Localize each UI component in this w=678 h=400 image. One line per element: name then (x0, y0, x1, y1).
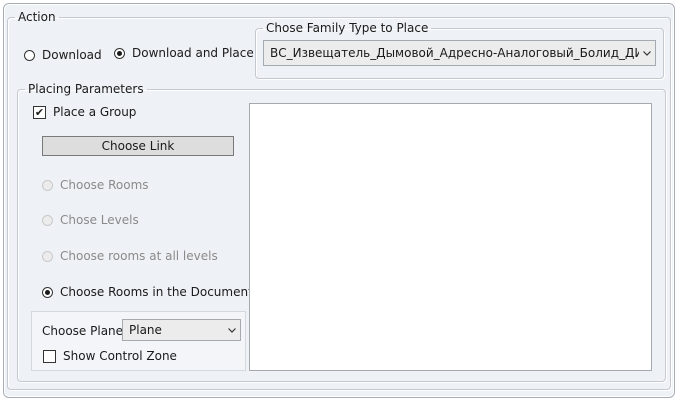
family-type-dropdown[interactable]: ВС_Извещатель_Дымовой_Адресно-Аналоговый… (263, 40, 656, 66)
action-legend: Action (18, 10, 56, 24)
rooms-all-levels-radio-dot (42, 250, 53, 262)
plane-value: Plane (129, 323, 162, 337)
plane-panel: Choose Plane: Plane Show Control Zone (31, 311, 246, 371)
chevron-down-icon (639, 50, 655, 56)
download-label: Download (42, 48, 102, 62)
rooms-in-document-radio-dot (42, 286, 53, 298)
place-group-checkbox[interactable]: ✔ Place a Group (33, 105, 136, 119)
show-control-zone-label: Show Control Zone (63, 349, 177, 363)
family-type-legend: Chose Family Type to Place (266, 21, 429, 35)
rooms-all-levels-radio[interactable]: Choose rooms at all levels (42, 249, 218, 263)
choose-plane-label: Choose Plane: (42, 324, 128, 338)
rooms-in-document-label: Choose Rooms in the Document (60, 285, 253, 299)
show-control-zone-checkbox[interactable]: Show Control Zone (43, 349, 177, 363)
rooms-all-levels-label: Choose rooms at all levels (60, 249, 218, 263)
chose-levels-label: Chose Levels (60, 213, 139, 227)
dialog-window: Action Download Download and Place Chose… (3, 3, 675, 398)
control-zone-box (43, 349, 56, 363)
download-radio-dot (24, 49, 35, 61)
choose-link-button[interactable]: Choose Link (42, 136, 234, 156)
items-list[interactable] (249, 103, 652, 371)
chose-levels-radio-dot (42, 214, 53, 226)
download-radio[interactable]: Download (24, 48, 102, 62)
chevron-down-icon (224, 327, 240, 333)
download-place-radio-dot (114, 47, 125, 59)
choose-rooms-radio-dot (42, 179, 53, 191)
choose-rooms-label: Choose Rooms (60, 178, 149, 192)
download-place-label: Download and Place (132, 46, 254, 60)
family-type-value: ВС_Извещатель_Дымовой_Адресно-Аналоговый… (270, 46, 639, 60)
placing-parameters-legend: Placing Parameters (28, 82, 144, 96)
place-group-label: Place a Group (53, 105, 137, 119)
rooms-in-document-radio[interactable]: Choose Rooms in the Document (42, 285, 253, 299)
choose-rooms-radio[interactable]: Choose Rooms (42, 178, 149, 192)
plane-dropdown[interactable]: Plane (122, 319, 241, 341)
chose-levels-radio[interactable]: Chose Levels (42, 213, 139, 227)
checkmark-icon: ✔ (33, 105, 46, 119)
download-place-radio[interactable]: Download and Place (114, 46, 254, 60)
